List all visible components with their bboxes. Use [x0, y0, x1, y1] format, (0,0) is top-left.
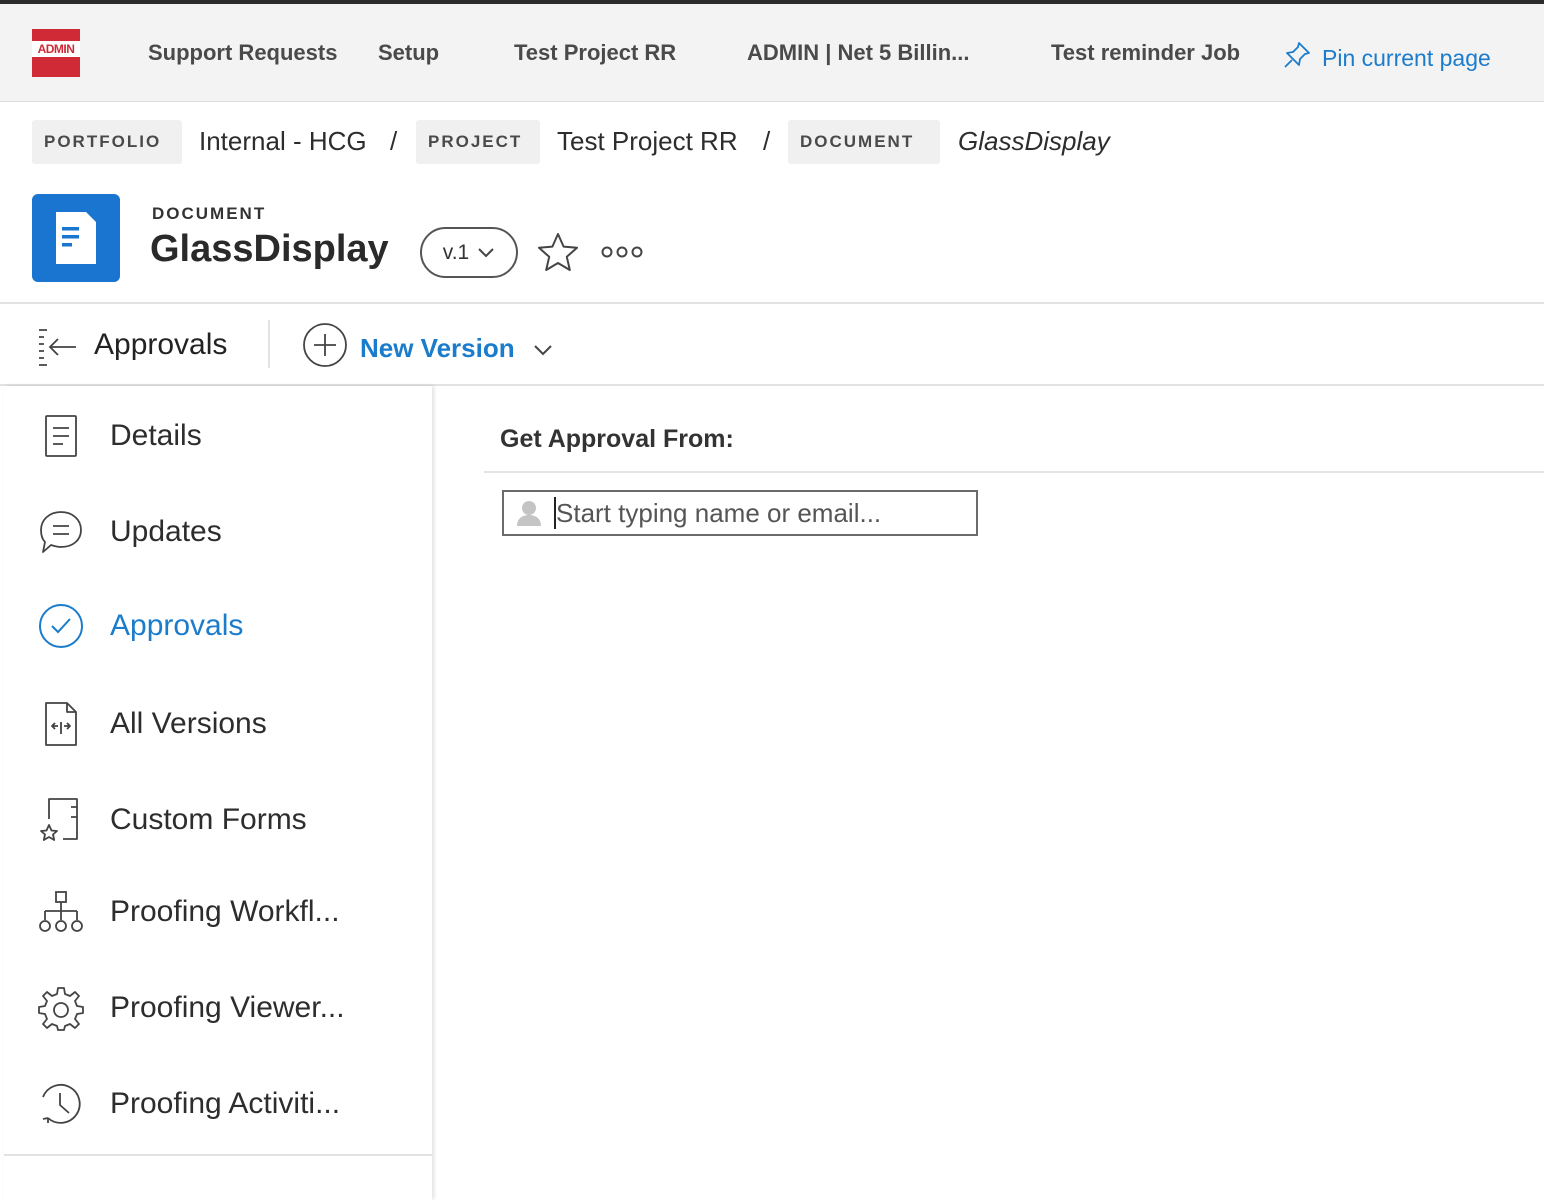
person-icon [504, 492, 554, 534]
sidebar-item-proofing-activities[interactable]: Proofing Activiti... [4, 1064, 432, 1144]
header-divider [0, 302, 1544, 304]
sidebar-item-label: Details [110, 419, 202, 452]
document-kind-label: DOCUMENT [152, 204, 267, 223]
approver-search-input[interactable] [556, 493, 966, 533]
sidebar-item-proofing-viewer[interactable]: Proofing Viewer... [4, 968, 432, 1048]
history-icon [36, 1079, 86, 1129]
toolbar-separator [268, 320, 270, 368]
gear-icon [36, 983, 86, 1033]
sidebar-item-label: Approvals [110, 609, 244, 642]
sidebar-item-all-versions[interactable]: All Versions [4, 684, 432, 764]
chevron-down-icon [477, 241, 495, 265]
breadcrumb-portfolio-link[interactable]: Internal - HCG [199, 126, 367, 157]
sidebar-item-label: Proofing Viewer... [110, 991, 345, 1024]
top-nav-bar: ADMIN Support Requests Setup Test Projec… [0, 0, 1544, 102]
plus-circle-icon [302, 322, 348, 375]
nav-setup[interactable]: Setup [378, 40, 439, 66]
version-label: v.1 [442, 240, 470, 264]
new-version-button[interactable]: New Version [302, 322, 553, 375]
sidebar-item-label: Proofing Workfl... [110, 895, 340, 928]
admin-logo[interactable]: ADMIN [32, 29, 80, 77]
document-icon [32, 194, 120, 282]
breadcrumb-project-chip: PROJECT [416, 120, 540, 164]
breadcrumb-project-link[interactable]: Test Project RR [557, 126, 738, 157]
pin-current-page-button[interactable]: Pin current page [1282, 40, 1491, 76]
versions-icon [36, 699, 86, 749]
breadcrumb-document-chip: DOCUMENT [788, 120, 940, 164]
sidebar-item-approvals[interactable]: Approvals [4, 586, 432, 666]
sidebar-item-label: Updates [110, 515, 222, 548]
chevron-down-icon[interactable] [533, 333, 553, 364]
approver-search-field[interactable] [502, 490, 978, 536]
nav-test-project-rr[interactable]: Test Project RR [514, 40, 676, 66]
breadcrumb-portfolio-chip: PORTFOLIO [32, 120, 182, 164]
page-title: GlassDisplay [150, 228, 389, 270]
sidebar-divider [4, 1154, 432, 1156]
breadcrumb-separator: / [763, 126, 771, 156]
version-dropdown[interactable]: v.1 [420, 227, 518, 278]
sidebar: Details Updates Approvals All Versions C… [4, 386, 432, 1200]
star-icon[interactable] [536, 231, 580, 275]
more-icon[interactable] [600, 241, 646, 263]
approvals-icon [36, 601, 86, 651]
sidebar-item-details[interactable]: Details [4, 396, 432, 476]
logo-text: ADMIN [37, 42, 75, 56]
custom-forms-icon [36, 795, 86, 845]
updates-icon [36, 507, 86, 557]
sidebar-item-updates[interactable]: Updates [4, 492, 432, 572]
breadcrumb-current-document: GlassDisplay [958, 126, 1110, 156]
pin-label: Pin current page [1322, 44, 1491, 71]
nav-test-reminder-job[interactable]: Test reminder Job [1051, 40, 1240, 66]
pin-icon [1282, 40, 1312, 76]
toolbar-title: Approvals [94, 328, 228, 361]
workflow-icon [36, 887, 86, 937]
sidebar-item-proofing-workflow[interactable]: Proofing Workfl... [4, 872, 432, 952]
collapse-sidebar-icon[interactable] [36, 325, 78, 367]
nav-support-requests[interactable]: Support Requests [148, 40, 337, 66]
sidebar-item-label: All Versions [110, 707, 267, 740]
details-icon [36, 411, 86, 461]
breadcrumb-separator: / [390, 126, 398, 156]
sidebar-item-label: Custom Forms [110, 803, 307, 836]
new-version-label: New Version [360, 333, 515, 363]
sidebar-item-custom-forms[interactable]: Custom Forms [4, 780, 432, 860]
approval-heading: Get Approval From: [500, 425, 734, 453]
section-divider [484, 471, 1544, 473]
nav-admin-net5-billing[interactable]: ADMIN | Net 5 Billin... [747, 40, 970, 66]
sidebar-item-label: Proofing Activiti... [110, 1087, 341, 1120]
